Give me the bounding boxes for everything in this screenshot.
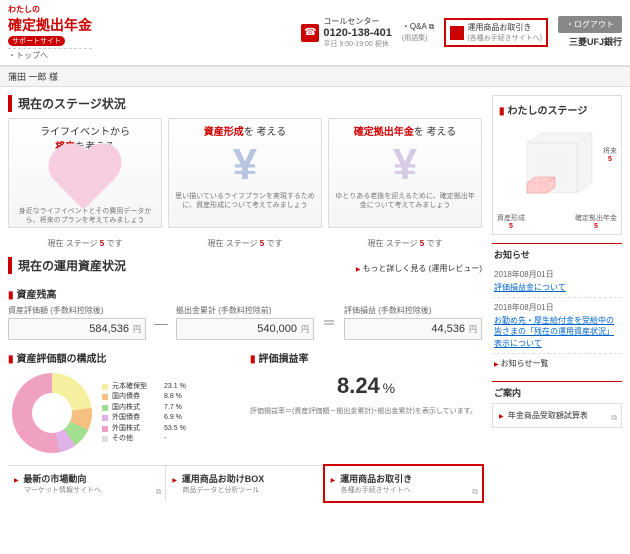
rate-description: 評価損益率＝(資産評価額－拠出金累計)÷拠出金累計)を表示しています。 — [250, 407, 482, 417]
qa-sub: (用語集) — [402, 35, 428, 42]
call-label: コールセンター — [323, 16, 392, 27]
call-hours: 平日 9:00-19:00 祝休 — [323, 39, 392, 49]
stage-status-1: 現在 ステージ 5 です — [8, 238, 162, 249]
heart-icon — [13, 155, 157, 205]
top-link[interactable]: ・トップへ — [8, 48, 92, 61]
popup-icon: ⧉ — [611, 413, 617, 423]
news-link[interactable]: お勤め先・厚生給付金を受給中の皆さまの「残在の運用資産状況」表示について — [494, 316, 614, 347]
value1-label: 資産評価額 (手数料控除後) — [8, 305, 146, 316]
assets-section-title: 現在の運用資産状況 — [8, 257, 126, 274]
card-dc-pension[interactable]: 確定拠出年金を 考える ¥ ゆとりある老後を迎えるために、確定拠出年金について考… — [328, 118, 482, 228]
popup-icon: ⧉ — [472, 487, 478, 497]
qa-label: ・Q&A — [402, 22, 426, 31]
yen-icon: ¥ — [333, 140, 477, 190]
trade-label: 運用商品お取引き — [467, 22, 542, 33]
pie-chart — [12, 373, 92, 453]
value3-field: 44,536円 — [344, 318, 482, 340]
composition-title: 資産評価額の構成比 — [8, 350, 240, 365]
value2-label: 拠出金累計 (手数料控除前) — [176, 305, 314, 316]
yen-icon: ¥ — [173, 140, 317, 190]
rate-value: 8.24 % — [250, 373, 482, 399]
equals-icon: ＝ — [322, 313, 336, 333]
stage-section-title: 現在のステージ状況 — [8, 95, 482, 112]
news-more-link[interactable]: お知らせ一覧 — [492, 354, 622, 373]
user-greeting: 蒲田 一郎 様 — [0, 66, 630, 87]
minus-icon: — — [154, 315, 168, 331]
bottom-link-market[interactable]: 最新の市場動向 マーケット情報サイトへ ⧉ — [8, 466, 166, 501]
popup-icon: ⧉ — [429, 22, 435, 31]
stage-status-2: 現在 ステージ 5 です — [168, 238, 322, 249]
assets-more-link[interactable]: もっと詳しく見る (運用レビュー) — [356, 263, 482, 274]
balance-title: 資産残高 — [8, 286, 482, 301]
bottom-link-trade-highlighted[interactable]: 運用商品お取引き 各種お手続きサイトへ ⧉ — [325, 466, 482, 501]
my-stage-panel: わたしのステージ 将来5 資産形成5 確定拠出年金5 — [492, 95, 622, 235]
news-item[interactable]: 2018年08月01日 評価損益金について — [492, 265, 622, 298]
call-number: 0120-138-401 — [323, 27, 392, 39]
stage-status-3: 現在 ステージ 5 です — [328, 238, 482, 249]
trade-icon — [450, 26, 464, 40]
card-life-event[interactable]: ライフイベントから将来を考える 身近なライフイベントとその費用データから、将来の… — [8, 118, 162, 228]
qa-link[interactable]: ・Q&A ⧉ (用語集) — [402, 22, 434, 43]
logout-button[interactable]: ・ログアウト — [558, 16, 622, 33]
popup-icon: ⧉ — [156, 487, 162, 497]
cube-chart-icon — [507, 123, 607, 213]
call-center: ☎ コールセンター 0120-138-401 平日 9:00-19:00 祝休 — [301, 16, 392, 49]
pie-legend: 元本確保型23.1 %国内債券8.8 %国内株式7.7 %外国債券6.9 %外国… — [102, 382, 186, 445]
news-item[interactable]: 2018年08月01日 お勤め先・厚生給付金を受給中の皆さまの「残在の運用資産状… — [492, 298, 622, 354]
my-stage-title: わたしのステージ — [499, 102, 615, 117]
value1-field: 584,536円 — [8, 318, 146, 340]
trade-link-highlighted[interactable]: 運用商品お取引き (各種お手続きサイトへ) — [444, 18, 548, 47]
bank-name: 三菱UFJ銀行 — [558, 33, 622, 50]
news-link[interactable]: 評価損益金について — [494, 283, 566, 292]
card-asset-building[interactable]: 資産形成を 考える ¥ 思い描いているライフプランを実現するために、資産形成につ… — [168, 118, 322, 228]
site-logo[interactable]: わたしの 確定拠出年金 サポートサイト ・トップへ — [8, 4, 92, 61]
logo-title: 確定拠出年金 — [8, 15, 92, 35]
logo-subtitle: サポートサイト — [8, 36, 65, 46]
rate-title: 評価損益率 — [250, 350, 482, 365]
bottom-link-helpbox[interactable]: 運用商品お助けBOX 商品データと分析ツール — [166, 466, 324, 501]
value2-field: 540,000円 — [176, 318, 314, 340]
guide-calculator-button[interactable]: 年金商品受取額試算表 ⧉ — [492, 403, 622, 428]
phone-icon: ☎ — [301, 24, 319, 42]
value3-label: 評価損益 (手数料控除後) — [344, 305, 482, 316]
trade-sub: (各種お手続きサイトへ) — [467, 33, 542, 43]
guide-title: ご案内 — [492, 382, 622, 403]
news-title: お知らせ — [492, 244, 622, 265]
logo-pretitle: わたしの — [8, 4, 92, 15]
